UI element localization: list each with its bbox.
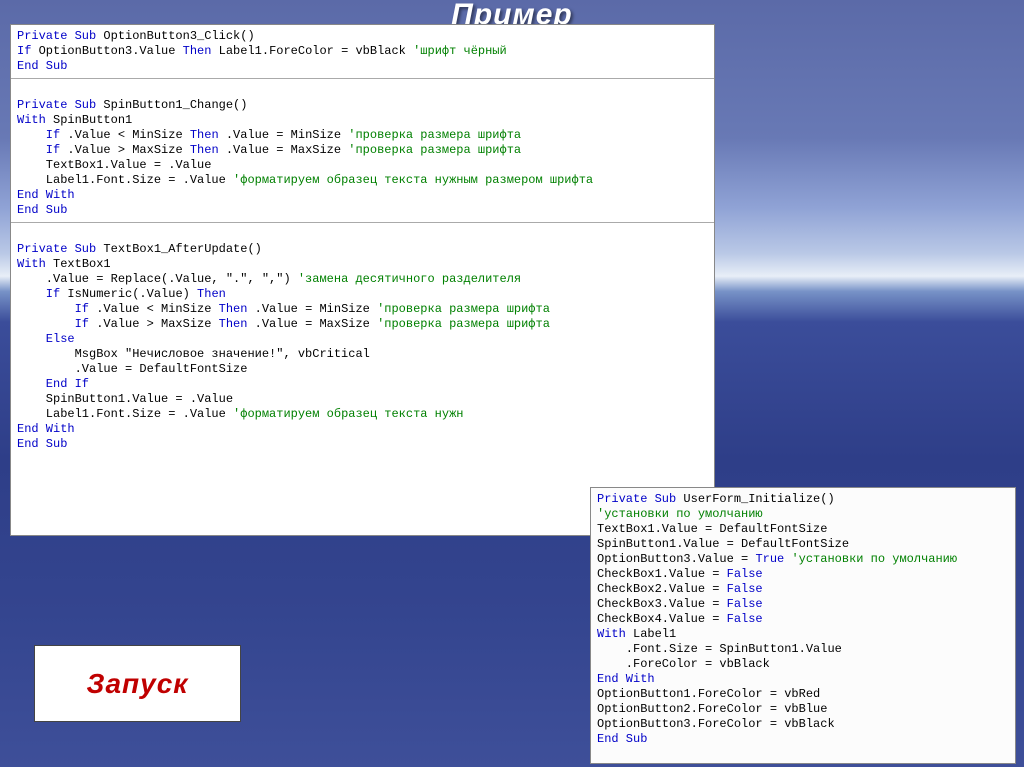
code-text: TextBox1_AfterUpdate() [96,242,262,256]
code-block-3: Private Sub TextBox1_AfterUpdate() With … [11,223,714,456]
code-text: .Value = DefaultFontSize [17,362,247,376]
kw: If [17,287,60,301]
code-text: .Value < MinSize [89,302,219,316]
kw: End With [597,672,655,686]
code-text: OptionButton3.Value = [597,552,755,566]
comment: 'форматируем образец текста нужн [233,407,463,421]
code-text: Label1.Font.Size = .Value [17,407,233,421]
code-text: .Value > MaxSize [89,317,219,331]
code-text: UserForm_Initialize() [676,492,834,506]
code-text: CheckBox1.Value = [597,567,727,581]
kw: Then [183,44,212,58]
code-text: Label1 [626,627,676,641]
kw: If [17,44,31,58]
code-text: .Value < MinSize [60,128,190,142]
code-text: SpinButton1.Value = DefaultFontSize [597,537,849,551]
kw: Then [219,302,248,316]
code-text: Label1.Font.Size = .Value [17,173,233,187]
kw: With [17,257,46,271]
code-text: SpinButton1_Change() [96,98,247,112]
kw: False [727,597,763,611]
kw: False [727,567,763,581]
kw: False [727,582,763,596]
code-text: CheckBox2.Value = [597,582,727,596]
code-text: OptionButton3_Click() [96,29,254,43]
kw: End Sub [17,437,67,451]
comment: 'замена десятичного разделителя [298,272,521,286]
code-text: .Value = MaxSize [219,143,349,157]
code-text: .Value = Replace(.Value, ".", ",") [17,272,298,286]
kw: Private Sub [597,492,676,506]
kw: End If [17,377,89,391]
kw: End Sub [17,59,67,73]
comment: 'шрифт чёрный [413,44,507,58]
launch-label: Запуск [86,668,188,700]
kw: End Sub [17,203,67,217]
kw: With [17,113,46,127]
code-text: .Value > MaxSize [60,143,190,157]
code-text: .Value = MaxSize [247,317,377,331]
kw: Then [197,287,226,301]
kw: If [17,302,89,316]
launch-button[interactable]: Запуск [34,645,241,722]
comment: 'проверка размера шрифта [377,317,550,331]
code-text: OptionButton1.ForeColor = vbRed [597,687,820,701]
code-text: .Font.Size = SpinButton1.Value [597,642,842,656]
code-block-2: Private Sub SpinButton1_Change() With Sp… [11,79,714,223]
kw: Private Sub [17,242,96,256]
comment: 'проверка размера шрифта [377,302,550,316]
code-text: .Value = MinSize [219,128,349,142]
code-text: Label1.ForeColor = vbBlack [211,44,413,58]
code-text: CheckBox4.Value = [597,612,727,626]
code-panel-right: Private Sub UserForm_Initialize() 'устан… [590,487,1016,764]
kw: False [727,612,763,626]
kw: End Sub [597,732,647,746]
kw: Then [190,143,219,157]
code-text: OptionButton3.ForeColor = vbBlack [597,717,835,731]
kw: End With [17,422,75,436]
code-text: SpinButton1 [46,113,132,127]
code-text: TextBox1.Value = .Value [17,158,211,172]
kw: If [17,317,89,331]
kw: End With [17,188,75,202]
kw: With [597,627,626,641]
code-text: MsgBox "Нечисловое значение!", vbCritica… [17,347,370,361]
comment: 'форматируем образец текста нужным разме… [233,173,593,187]
kw: Then [190,128,219,142]
comment: 'установки по умолчанию [791,552,957,566]
kw: If [17,143,60,157]
code-block-1: Private Sub OptionButton3_Click() If Opt… [11,25,714,79]
kw: True [755,552,791,566]
comment: 'проверка размера шрифта [348,143,521,157]
code-text: .ForeColor = vbBlack [597,657,770,671]
code-text: TextBox1.Value = DefaultFontSize [597,522,827,536]
kw: Else [17,332,75,346]
code-panel-left: Private Sub OptionButton3_Click() If Opt… [10,24,715,536]
code-text: IsNumeric(.Value) [60,287,197,301]
comment: 'проверка размера шрифта [348,128,521,142]
kw: If [17,128,60,142]
code-text: OptionButton2.ForeColor = vbBlue [597,702,827,716]
comment: 'установки по умолчанию [597,507,763,521]
code-block-4: Private Sub UserForm_Initialize() 'устан… [591,488,1015,751]
code-text: .Value = MinSize [247,302,377,316]
code-text: TextBox1 [46,257,111,271]
kw: Private Sub [17,29,96,43]
code-text: OptionButton3.Value [31,44,182,58]
code-text: CheckBox3.Value = [597,597,727,611]
kw: Then [219,317,248,331]
code-text: SpinButton1.Value = .Value [17,392,233,406]
kw: Private Sub [17,98,96,112]
